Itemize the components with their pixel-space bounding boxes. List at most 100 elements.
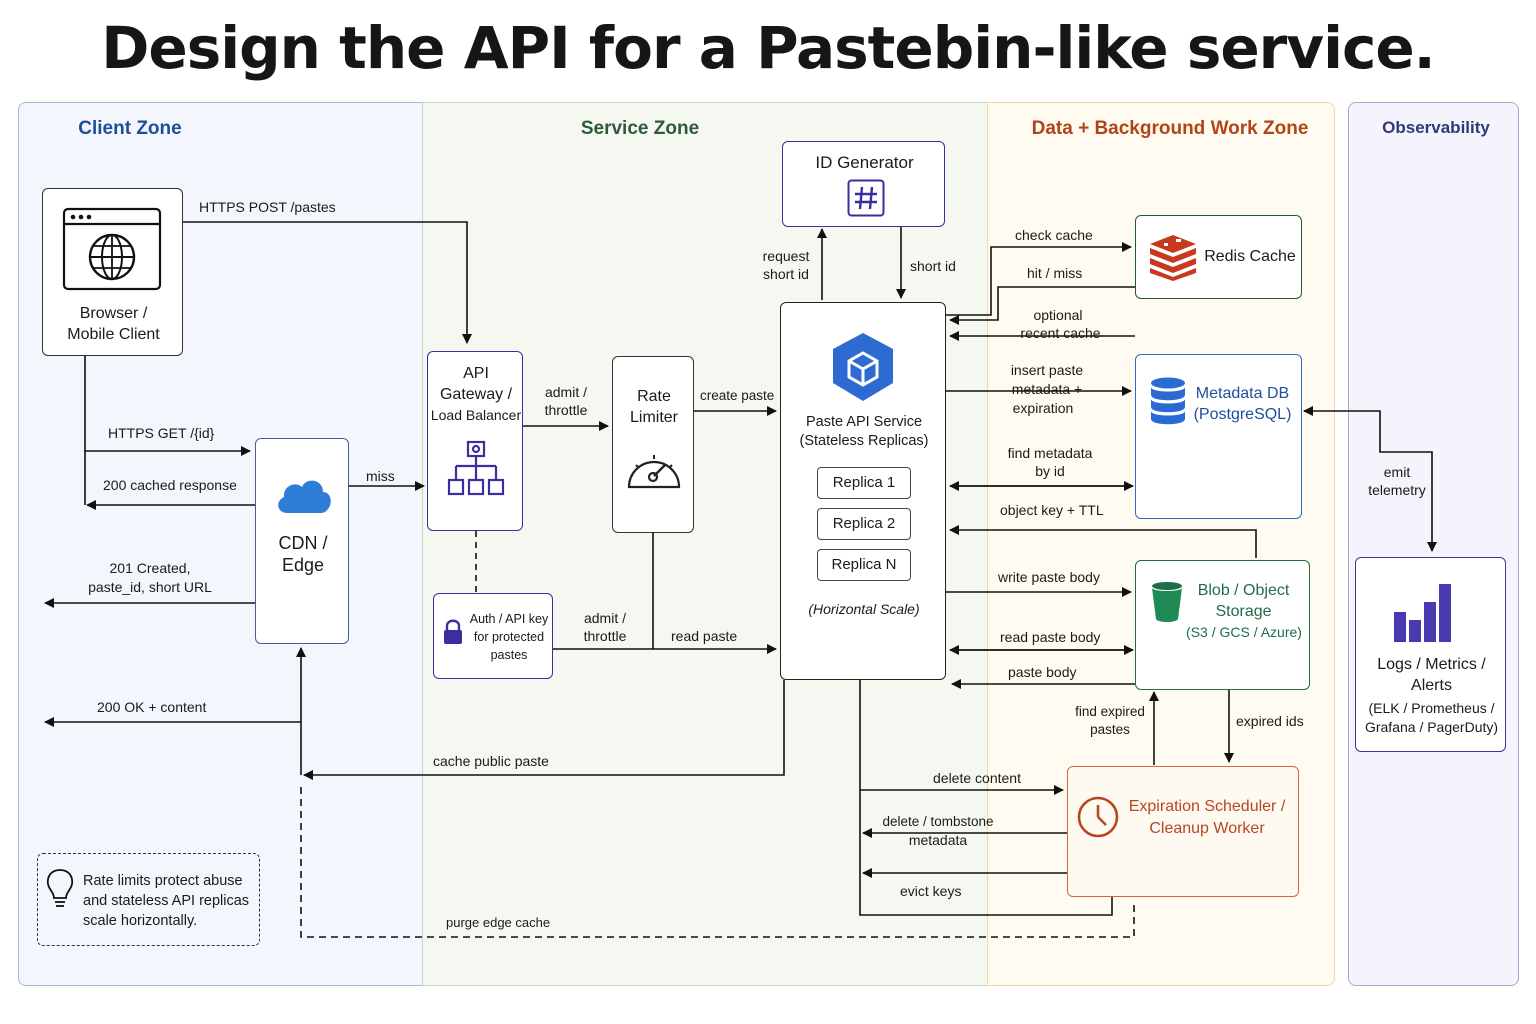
label-201-created-2: paste_id, short URL bbox=[88, 579, 212, 595]
scheduler-label-2: Cleanup Worker bbox=[1149, 820, 1265, 837]
auth-label-2: for protected bbox=[473, 630, 545, 644]
redis-label: Redis Cache bbox=[1204, 248, 1296, 265]
hierarchy-icon bbox=[447, 440, 505, 496]
label-emit-telemetry-1: emit bbox=[1383, 464, 1411, 480]
label-insert-2: metadata + bbox=[1011, 381, 1083, 397]
observability-label-4: Grafana / PagerDuty) bbox=[1364, 719, 1499, 735]
label-delete-tombstone-1: delete / tombstone bbox=[882, 814, 994, 829]
label-optional-2: recent cache bbox=[1020, 325, 1101, 341]
label-expired-ids: expired ids bbox=[1236, 713, 1304, 729]
edge-https-post bbox=[183, 221, 472, 344]
label-find-meta-2: by id bbox=[1035, 463, 1065, 479]
replica-2[interactable]: Replica 2 bbox=[817, 508, 911, 540]
gateway-label-2: Gateway / bbox=[439, 386, 513, 403]
label-write-body: write paste body bbox=[998, 569, 1100, 585]
scheduler-label-1: Expiration Scheduler / bbox=[1128, 798, 1286, 815]
label-cache-public-paste: cache public paste bbox=[433, 753, 549, 769]
replica-n[interactable]: Replica N bbox=[817, 549, 911, 581]
browser-client-node[interactable]: Browser / Mobile Client bbox=[42, 188, 183, 356]
note-line-3: scale horizontally. bbox=[83, 913, 198, 929]
paste-api-label-1: Paste API Service bbox=[805, 414, 923, 430]
auth-label-3: pastes bbox=[490, 648, 528, 662]
label-short-id: short id bbox=[910, 258, 956, 274]
label-admit2-2: throttle bbox=[583, 628, 627, 644]
label-delete-tombstone-2: metadata bbox=[908, 832, 968, 848]
lock-icon bbox=[444, 619, 462, 644]
horizontal-scale-note: (Horizontal Scale) bbox=[808, 601, 920, 617]
cdn-edge-node[interactable]: CDN / Edge bbox=[255, 438, 349, 644]
label-insert-1: insert paste bbox=[1010, 362, 1084, 378]
observability-label-2: Alerts bbox=[1411, 677, 1452, 694]
rate-limiter-node[interactable]: Rate Limiter bbox=[612, 356, 694, 533]
label-200-ok: 200 OK + content bbox=[97, 699, 207, 715]
cdn-label-2: Edge bbox=[281, 555, 325, 575]
label-delete-content: delete content bbox=[933, 770, 1021, 786]
auth-label-1: Auth / API key bbox=[469, 612, 549, 626]
label-purge-edge-cache: purge edge cache bbox=[446, 915, 551, 930]
note-line-1: Rate limits protect abuse bbox=[83, 873, 243, 889]
rate-label-1: Rate bbox=[637, 388, 671, 405]
metadata-db-node[interactable]: Metadata DB (PostgreSQL) bbox=[1135, 354, 1302, 519]
blob-storage-node[interactable]: Blob / Object Storage (S3 / GCS / Azure) bbox=[1135, 560, 1310, 690]
label-read-body: read paste body bbox=[1000, 629, 1101, 645]
clock-icon bbox=[1077, 796, 1119, 838]
label-admit2-1: admit / bbox=[583, 610, 626, 626]
globe-browser-icon bbox=[62, 207, 162, 291]
label-miss: miss bbox=[366, 468, 395, 484]
hash-icon bbox=[847, 179, 885, 217]
browser-label-2: Mobile Client bbox=[67, 326, 160, 343]
gauge-icon bbox=[627, 455, 681, 489]
rate-label-2: Limiter bbox=[629, 409, 678, 426]
edge-object-key-ttl bbox=[949, 525, 1257, 558]
gateway-label-1: API bbox=[463, 365, 489, 382]
id-generator-node[interactable]: ID Generator bbox=[782, 141, 945, 227]
label-hit-miss: hit / miss bbox=[1027, 265, 1083, 281]
note-line-2: and stateless API replicas bbox=[83, 893, 250, 909]
label-read-paste: read paste bbox=[671, 628, 738, 644]
label-check-cache: check cache bbox=[1015, 227, 1093, 243]
label-evict-keys: evict keys bbox=[900, 883, 962, 899]
redis-stack-icon bbox=[1150, 235, 1196, 281]
blob-label-2: Storage bbox=[1215, 603, 1272, 620]
blob-label-1: Blob / Object bbox=[1197, 582, 1290, 599]
cloud-icon bbox=[278, 480, 331, 513]
browser-label-1: Browser / bbox=[79, 305, 148, 322]
gateway-label-3: Load Balancer bbox=[430, 407, 522, 423]
replica-1[interactable]: Replica 1 bbox=[817, 467, 911, 499]
label-admit-1: admit / bbox=[544, 384, 587, 400]
label-admit-2: throttle bbox=[544, 402, 588, 418]
observability-node[interactable]: Logs / Metrics / Alerts (ELK / Prometheu… bbox=[1355, 557, 1506, 752]
auth-node[interactable]: Auth / API key for protected pastes bbox=[433, 593, 553, 679]
cube-icon bbox=[833, 333, 893, 401]
label-201-created-1: 201 Created, bbox=[109, 560, 191, 576]
label-create-paste: create paste bbox=[700, 388, 775, 403]
label-emit-telemetry-2: telemetry bbox=[1368, 482, 1426, 498]
note-box: Rate limits protect abuse and stateless … bbox=[37, 853, 260, 946]
label-https-post: HTTPS POST /pastes bbox=[199, 199, 336, 215]
label-request-short-id-1: request bbox=[762, 248, 810, 264]
label-request-short-id-2: short id bbox=[763, 266, 809, 282]
label-paste-body: paste body bbox=[1008, 664, 1077, 680]
label-object-key: object key + TTL bbox=[1000, 502, 1104, 518]
metadata-db-label-2: (PostgreSQL) bbox=[1193, 406, 1292, 423]
api-gateway-node[interactable]: API Gateway / Load Balancer bbox=[427, 351, 523, 531]
observability-label-1: Logs / Metrics / bbox=[1377, 656, 1486, 673]
lightbulb-icon bbox=[46, 869, 74, 907]
label-insert-3: expiration bbox=[1012, 400, 1074, 416]
label-find-expired-2: pastes bbox=[1090, 722, 1130, 737]
label-cached-response: 200 cached response bbox=[103, 477, 237, 493]
paste-api-service-node[interactable]: Paste API Service (Stateless Replicas) R… bbox=[780, 302, 946, 680]
database-icon bbox=[1151, 377, 1185, 425]
redis-cache-node[interactable]: Redis Cache bbox=[1135, 215, 1302, 299]
paste-api-label-2: (Stateless Replicas) bbox=[799, 433, 929, 449]
blob-label-3: (S3 / GCS / Azure) bbox=[1186, 624, 1302, 640]
cdn-label-1: CDN / bbox=[278, 533, 328, 553]
observability-label-3: (ELK / Prometheus / bbox=[1368, 700, 1495, 716]
bucket-icon bbox=[1152, 582, 1182, 622]
label-find-meta-1: find metadata bbox=[1007, 445, 1093, 461]
id-generator-label: ID Generator bbox=[815, 153, 914, 172]
metadata-db-label-1: Metadata DB bbox=[1195, 385, 1290, 402]
expiration-scheduler-node[interactable]: Expiration Scheduler / Cleanup Worker bbox=[1067, 766, 1299, 897]
label-optional-1: optional bbox=[1033, 307, 1083, 323]
label-https-get: HTTPS GET /{id} bbox=[108, 425, 215, 441]
